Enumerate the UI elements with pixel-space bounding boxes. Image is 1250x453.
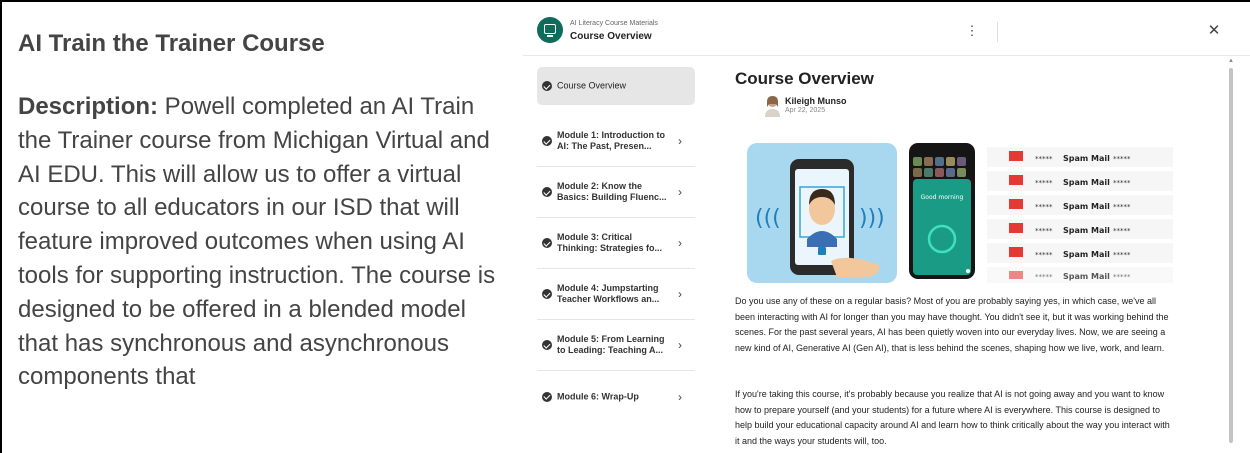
chevron-right-icon: › xyxy=(678,185,682,199)
description-panel: AI Train the Trainer Course Description:… xyxy=(18,28,506,394)
viewer-header: AI Literacy Course Materials Course Over… xyxy=(523,6,1250,56)
svg-text:*****: ***** xyxy=(1113,179,1131,187)
chevron-right-icon: › xyxy=(678,134,682,148)
course-title: AI Train the Trainer Course xyxy=(18,30,325,57)
sidebar-item-module-5[interactable]: Module 5: From Learning to Leading: Teac… xyxy=(537,320,695,371)
chevron-right-icon: › xyxy=(678,287,682,301)
check-circle-icon xyxy=(542,391,552,402)
check-circle-icon xyxy=(542,187,552,197)
header-divider xyxy=(997,22,998,42)
content-scrollbar[interactable]: ▲ xyxy=(1228,56,1234,453)
svg-text:Spam Mail: Spam Mail xyxy=(1063,226,1110,235)
scroll-up-icon[interactable]: ▲ xyxy=(1228,58,1234,64)
lesson-heading: Course Overview xyxy=(735,69,874,88)
description-text: Description: Powell completed an AI Trai… xyxy=(18,90,506,394)
check-circle-icon xyxy=(542,289,552,299)
spam-mail-list: ***** Spam Mail ***** ***** Spam Mail **… xyxy=(987,147,1173,283)
sidebar-item-label: Module 4: Jumpstarting Teacher Workflows… xyxy=(557,283,660,304)
header-title: Course Overview xyxy=(570,31,652,42)
course-viewer-window: AI Literacy Course Materials Course Over… xyxy=(523,6,1250,453)
sidebar-item-label: Module 6: Wrap-Up xyxy=(557,391,639,401)
sidebar-item-module-1[interactable]: Module 1: Introduction to AI: The Past, … xyxy=(537,116,695,167)
sidebar-item-label: Module 3: Critical Thinking: Strategies … xyxy=(557,232,663,253)
description-body: Powell completed an AI Train the Trainer… xyxy=(18,93,496,391)
author-avatar xyxy=(765,96,780,117)
svg-text:*****: ***** xyxy=(1113,227,1131,235)
publish-date: Apr 22, 2025 xyxy=(785,107,826,114)
svg-text:*****: ***** xyxy=(1113,155,1131,163)
svg-text:*****: ***** xyxy=(1035,273,1053,281)
sidebar-item-label: Module 2: Know the Basics: Building Flue… xyxy=(557,181,667,202)
svg-text:*****: ***** xyxy=(1035,203,1053,211)
intro-paragraph-1: Do you use any of these on a regular bas… xyxy=(735,296,1169,353)
svg-text:Spam Mail: Spam Mail xyxy=(1063,178,1110,187)
sidebar-item-label: Module 5: From Learning to Leading: Teac… xyxy=(557,334,665,355)
intro-paragraph-2: If you're taking this course, it's proba… xyxy=(735,389,1170,446)
check-circle-icon xyxy=(542,81,552,91)
lesson-content: Course Overview Kileigh Munso Apr 22, 20… xyxy=(735,69,1231,446)
sidebar-item-course-overview[interactable]: Course Overview xyxy=(537,67,695,105)
more-vertical-icon[interactable]: ⋮ xyxy=(965,24,979,38)
svg-text:*****: ***** xyxy=(1035,179,1053,187)
chevron-right-icon: › xyxy=(678,236,682,250)
svg-text:Spam Mail: Spam Mail xyxy=(1063,202,1110,211)
description-label: Description: xyxy=(18,93,159,120)
sidebar-item-module-6[interactable]: Module 6: Wrap-Up › xyxy=(537,371,695,422)
svg-text:Spam Mail: Spam Mail xyxy=(1063,250,1110,259)
svg-text:*****: ***** xyxy=(1035,227,1053,235)
sidebar-item-module-4[interactable]: Module 4: Jumpstarting Teacher Workflows… xyxy=(537,269,695,320)
sidebar-item-label: Course Overview xyxy=(557,80,627,91)
signal-left-icon: ((( xyxy=(755,206,781,231)
author-name: Kileigh Munso xyxy=(785,96,847,106)
check-circle-icon xyxy=(542,136,552,146)
course-logo-icon xyxy=(537,17,563,43)
chevron-right-icon: › xyxy=(678,389,682,404)
chevron-right-icon: › xyxy=(678,338,682,352)
close-icon[interactable]: ✕ xyxy=(1207,23,1221,38)
module-sidebar: Course Overview Module 1: Introduction t… xyxy=(537,67,695,422)
header-subtitle: AI Literacy Course Materials xyxy=(570,20,658,27)
svg-text:Spam Mail: Spam Mail xyxy=(1063,154,1110,163)
sidebar-item-label: Module 1: Introduction to AI: The Past, … xyxy=(557,130,665,151)
svg-text:Spam Mail: Spam Mail xyxy=(1063,272,1110,281)
scrollbar-thumb[interactable] xyxy=(1229,68,1233,443)
svg-text:*****: ***** xyxy=(1035,251,1053,259)
author-byline: Kileigh Munso Apr 22, 2025 xyxy=(735,95,1231,121)
phone-greeting: Good morning xyxy=(921,194,964,201)
svg-text:*****: ***** xyxy=(1113,273,1131,281)
ai-everyday-illustration: ((( ))) Good morning ***** Spam Mail ***… xyxy=(747,143,1173,283)
svg-text:*****: ***** xyxy=(1113,251,1131,259)
signal-right-icon: ))) xyxy=(859,206,885,231)
sidebar-item-module-3[interactable]: Module 3: Critical Thinking: Strategies … xyxy=(537,218,695,269)
svg-text:*****: ***** xyxy=(1035,155,1053,163)
sidebar-item-module-2[interactable]: Module 2: Know the Basics: Building Flue… xyxy=(537,167,695,218)
check-circle-icon xyxy=(542,340,552,350)
check-circle-icon xyxy=(542,238,552,248)
svg-text:*****: ***** xyxy=(1113,203,1131,211)
